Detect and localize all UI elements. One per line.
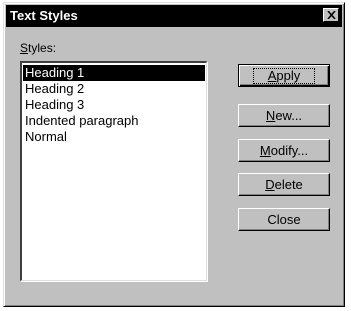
list-item-heading-3[interactable]: Heading 3 <box>23 97 205 113</box>
modify-button[interactable]: Modify... <box>238 139 330 162</box>
text-styles-dialog: Text Styles Styles: Heading 1 Heading 2 … <box>3 2 345 307</box>
apply-button-label: Apply <box>252 67 316 84</box>
close-button-label: Close <box>267 212 301 227</box>
title-bar[interactable]: Text Styles <box>6 5 342 27</box>
close-icon <box>326 11 336 19</box>
new-button-label: New... <box>265 108 303 123</box>
new-button[interactable]: New... <box>238 104 330 127</box>
list-item-normal[interactable]: Normal <box>23 129 205 145</box>
close-window-button[interactable] <box>323 8 339 22</box>
styles-listbox[interactable]: Heading 1 Heading 2 Heading 3 Indented p… <box>20 61 207 281</box>
delete-button[interactable]: Delete <box>238 173 330 196</box>
list-item-indented-paragraph[interactable]: Indented paragraph <box>23 113 205 129</box>
list-item-heading-1[interactable]: Heading 1 <box>23 65 205 81</box>
delete-button-label: Delete <box>265 177 303 192</box>
dialog-title: Text Styles <box>10 8 78 23</box>
modify-button-label: Modify... <box>259 143 309 158</box>
close-button[interactable]: Close <box>238 208 330 231</box>
list-item-heading-2[interactable]: Heading 2 <box>23 81 205 97</box>
apply-button[interactable]: Apply <box>238 64 330 87</box>
styles-label: Styles: <box>20 41 57 55</box>
